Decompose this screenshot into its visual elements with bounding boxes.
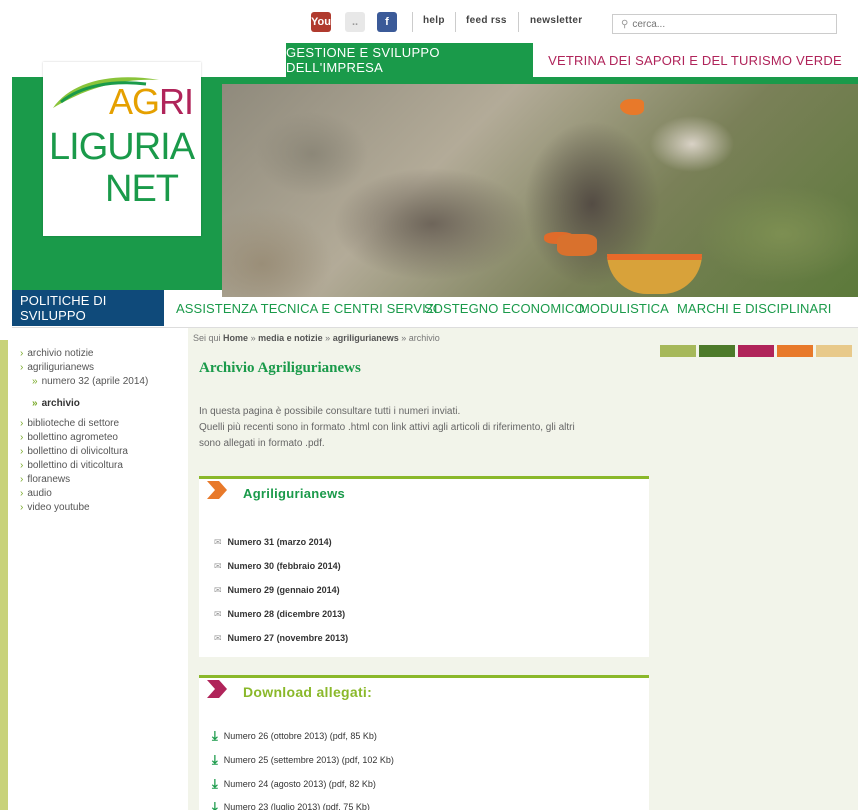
site-logo[interactable]: AGRI LIGURIA NET [43, 62, 201, 236]
sidebar-item-agriligurianews[interactable]: › agriligurianews [20, 362, 94, 373]
divider [518, 12, 519, 32]
box-title: Download allegati: [243, 684, 373, 700]
tab-gestione-impresa[interactable]: GESTIONE E SVILUPPO DELL'IMPRESA [286, 43, 533, 77]
search-icon: ⚲ [621, 18, 629, 30]
color-swatch [699, 345, 735, 357]
newsletter-link[interactable]: newsletter [530, 15, 582, 26]
breadcrumb-agriligurianews[interactable]: agriligurianews [333, 333, 399, 343]
sidebar-item-audio[interactable]: › audio [20, 488, 52, 499]
page: You .. f help feed rss newsletter ⚲ GEST… [0, 0, 858, 810]
download-link[interactable]: ⤓ Numero 24 (agosto 2013) (pdf, 82 Kb) [212, 776, 376, 792]
goose-beak [620, 99, 644, 115]
sidebar-item-archivio[interactable]: » archivio [32, 398, 80, 409]
search-box[interactable]: ⚲ [612, 14, 837, 34]
utility-bar: You .. f help feed rss newsletter ⚲ [0, 0, 858, 40]
breadcrumb-home[interactable]: Home [223, 333, 248, 343]
issue-link[interactable]: ✉ Numero 28 (dicembre 2013) [214, 609, 345, 620]
youtube-icon[interactable]: You [311, 12, 331, 32]
sidebar-item-video-youtube[interactable]: › video youtube [20, 502, 90, 513]
divider [455, 12, 456, 32]
sidebar-item-agrometeo[interactable]: › bollettino agrometeo [20, 432, 118, 443]
search-input[interactable] [632, 18, 813, 30]
help-link[interactable]: help [423, 15, 445, 26]
issue-link[interactable]: ✉ Numero 29 (gennaio 2014) [214, 585, 340, 596]
intro-text: Quelli più recenti sono in formato .html… [199, 422, 575, 433]
download-icon: ⤓ [212, 728, 218, 743]
food-bowl [607, 254, 702, 294]
color-swatch [816, 345, 852, 357]
breadcrumb-media[interactable]: media e notizie [258, 333, 323, 343]
logo-net: NET [105, 168, 179, 210]
sidebar-item-viticoltura[interactable]: › bollettino di viticoltura [20, 460, 123, 471]
feed-rss-link[interactable]: feed rss [466, 15, 507, 26]
logo-agri: AGRI [109, 81, 194, 122]
download-icon: ⤓ [212, 799, 218, 810]
sidebar-item-biblioteche[interactable]: › biblioteche di settore [20, 418, 119, 429]
sidebar: › archivio notizie › agriligurianews » nume… [12, 330, 188, 810]
nav-assistenza-tecnica[interactable]: ASSISTENZA TECNICA E CENTRI SERVIZI [176, 290, 438, 326]
intro-text: In questa pagina è possibile consultare … [199, 406, 461, 417]
side-accent-bar [0, 340, 8, 810]
nav-modulistica[interactable]: MODULISTICA [579, 290, 669, 326]
breadcrumb: Sei qui Home » media e notizie » agrilig… [193, 333, 440, 343]
download-link[interactable]: ⤓ Numero 25 (settembre 2013) (pdf, 102 Kb… [212, 752, 394, 768]
sidebar-item-numero-32[interactable]: » numero 32 (aprile 2014) [32, 376, 148, 387]
main-nav: POLITICHE DI SVILUPPO ASSISTENZA TECNICA… [12, 290, 858, 328]
download-icon: ⤓ [212, 776, 218, 791]
color-swatch [660, 345, 696, 357]
goose-feet [557, 234, 597, 256]
issue-link[interactable]: ✉ Numero 27 (novembre 2013) [214, 633, 348, 644]
facebook-icon[interactable]: f [377, 12, 397, 32]
nav-marchi-disciplinari[interactable]: MARCHI E DISCIPLINARI [677, 290, 832, 326]
nav-politiche-sviluppo[interactable]: POLITICHE DI SVILUPPO [12, 290, 164, 326]
download-link[interactable]: ⤓ Numero 26 (ottobre 2013) (pdf, 85 Kb) [212, 728, 377, 744]
sidebar-item-archivio-notizie[interactable]: › archivio notizie [20, 348, 94, 359]
tab-vetrina-sapori[interactable]: VETRINA DEI SAPORI E DEL TURISMO VERDE [545, 43, 845, 77]
orange-arrow-icon [207, 481, 227, 499]
breadcrumb-current: archivio [408, 333, 440, 343]
intro-text: sono allegati in formato .pdf. [199, 438, 325, 449]
sidebar-item-floranews[interactable]: › floranews [20, 474, 70, 485]
color-swatch [777, 345, 813, 357]
download-icon: ⤓ [212, 752, 218, 767]
logo-liguria: LIGURIA [49, 126, 195, 168]
flickr-icon[interactable]: .. [345, 12, 365, 32]
nav-sostegno-economico[interactable]: SOSTEGNO ECONOMICO [424, 290, 585, 326]
divider [412, 12, 413, 32]
page-title: Archivio Agriligurianews [199, 360, 361, 376]
color-swatch [738, 345, 774, 357]
issue-link[interactable]: ✉ Numero 30 (febbraio 2014) [214, 561, 341, 572]
box-title: Agriligurianews [243, 486, 346, 501]
header-photo [222, 84, 858, 297]
magenta-arrow-icon [207, 680, 227, 698]
download-link[interactable]: ⤓ Numero 23 (luglio 2013) (pdf, 75 Kb) [212, 799, 370, 810]
issue-link[interactable]: ✉ Numero 31 (marzo 2014) [214, 537, 332, 548]
sidebar-item-olivicoltura[interactable]: › bollettino di olivicoltura [20, 446, 128, 457]
